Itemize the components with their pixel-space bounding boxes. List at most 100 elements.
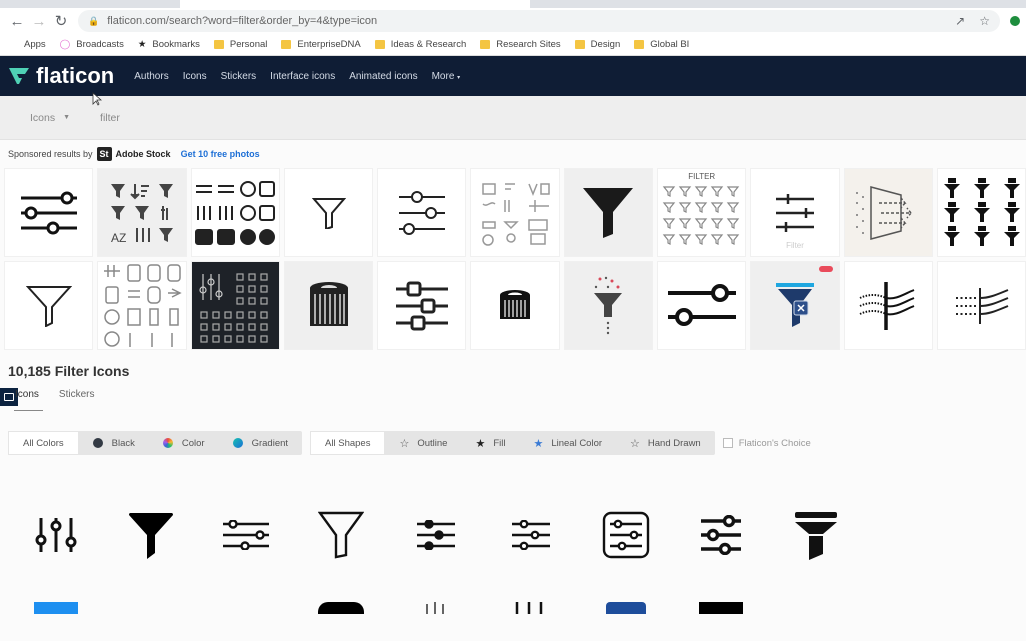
stock-tile-oil-filter-set[interactable] <box>97 261 187 350</box>
stock-tile-funnel-particles[interactable] <box>563 261 654 350</box>
color-filter-group: All Colors Black Color Gradient <box>8 431 303 455</box>
stock-tile-filter-outline-set[interactable] <box>470 168 560 257</box>
star-outline-icon: ☆ <box>399 437 410 450</box>
stock-tile-air-flow-filter-dots[interactable] <box>936 261 1026 350</box>
stock-tile-air-filter[interactable] <box>843 168 933 257</box>
sliders-outline-icon <box>222 520 269 550</box>
free-photos-link[interactable]: Get 10 free photos <box>181 149 260 159</box>
bookmark-broadcasts[interactable]: ◯ Broadcasts <box>60 39 124 50</box>
filter-hand-drawn[interactable]: ☆ Hand Drawn <box>616 431 715 455</box>
result-icon-partial-3[interactable] <box>198 594 293 614</box>
filter-outline[interactable]: ☆ Outline <box>385 431 461 455</box>
flaticon-logo[interactable]: flaticon <box>8 63 114 89</box>
filter-all-shapes[interactable]: All Shapes <box>310 431 386 455</box>
star-icon: ★ <box>137 39 147 50</box>
result-icon-partial-7[interactable] <box>578 594 673 614</box>
reload-icon[interactable]: ↻ <box>50 12 72 30</box>
stock-tile-toggle-sliders[interactable] <box>657 261 747 350</box>
funnel-remove-icon <box>776 282 815 327</box>
nav-icons[interactable]: Icons <box>183 71 207 82</box>
stock-tile-dark-icon-set[interactable] <box>190 261 280 350</box>
result-icon-funnel-banded[interactable] <box>768 505 863 565</box>
result-icon-sliders-filled[interactable] <box>388 505 483 565</box>
stock-tile-funnel-remove[interactable] <box>750 261 840 350</box>
result-icon-partial-2[interactable] <box>103 594 198 614</box>
tab-stickers[interactable]: Stickers <box>59 389 95 411</box>
bookmark-bookmarks[interactable]: ★ Bookmarks <box>138 39 200 50</box>
filter-gradient[interactable]: Gradient <box>219 431 302 455</box>
bookmark-global-bi[interactable]: Global BI <box>634 39 689 50</box>
bookmark-ideas-research[interactable]: Ideas & Research <box>374 39 466 50</box>
active-browser-tab[interactable] <box>180 0 530 8</box>
stock-tile-sliders-square-knobs[interactable] <box>377 261 467 350</box>
dark-icon-set-icon <box>199 272 268 343</box>
gradient-swatch-icon <box>232 438 243 448</box>
stock-tile-funnel-solid[interactable] <box>563 168 654 257</box>
nav-authors[interactable]: Authors <box>134 71 168 82</box>
back-icon[interactable]: ← <box>6 13 28 30</box>
checkbox[interactable] <box>722 438 733 448</box>
stock-tile-filter-set[interactable]: AZ <box>97 168 187 257</box>
filter-black[interactable]: Black <box>79 431 149 455</box>
filter-color[interactable]: Color <box>149 431 219 455</box>
result-icon-funnel-outline[interactable] <box>293 505 388 565</box>
tab-icons[interactable]: Icons <box>14 389 43 411</box>
bookmark-research-sites[interactable]: Research Sites <box>480 39 561 50</box>
mouse-cursor-icon <box>92 92 102 106</box>
result-icon-partial-5[interactable] <box>388 594 483 614</box>
stock-tile-funnel-outline[interactable] <box>283 168 374 257</box>
filter-lineal-color[interactable]: ★ Lineal Color <box>519 431 616 455</box>
result-icon-vertical-sliders[interactable] <box>8 505 103 565</box>
folder-icon <box>634 40 645 49</box>
address-bar[interactable]: 🔒 flaticon.com/search?word=filter&order_… <box>78 10 1000 32</box>
stock-tile-funnel-solid-set[interactable] <box>936 168 1026 257</box>
share-icon[interactable]: ↗ <box>955 14 965 28</box>
flaticon-choice-checkbox[interactable]: Flaticon's Choice <box>722 438 811 449</box>
bookmark-enterprisedna[interactable]: EnterpriseDNA <box>281 39 361 50</box>
nav-animated-icons[interactable]: Animated icons <box>349 71 417 82</box>
search-type-dropdown[interactable]: Icons ▼ <box>30 112 70 124</box>
stock-tile-oil-filter-cylinder[interactable] <box>283 261 374 350</box>
url-text[interactable]: flaticon.com/search?word=filter&order_by… <box>107 15 941 27</box>
extension-icon[interactable] <box>1010 16 1020 26</box>
filter-fill[interactable]: ★ Fill <box>461 431 519 455</box>
filter-all-colors[interactable]: All Colors <box>8 431 79 455</box>
search-input[interactable]: filter <box>100 112 120 124</box>
funnel-solid-icon <box>128 513 173 559</box>
icon-results-row-2 <box>0 594 1026 614</box>
stock-tile-sliders-captioned[interactable]: Filter <box>750 168 840 257</box>
folder-icon <box>281 40 292 49</box>
stock-tile-oil-filter-small[interactable] <box>470 261 560 350</box>
stock-tile-equalizer-set[interactable] <box>190 168 280 257</box>
bookmark-personal[interactable]: Personal <box>213 39 267 50</box>
results-tabs: Icons Stickers <box>0 389 1026 411</box>
flaticon-logo-icon <box>9 68 29 84</box>
caret-down-icon: ▼ <box>63 114 71 121</box>
stock-tile-funnel-set-titled[interactable]: FILTER <box>657 168 747 257</box>
stock-tile-sliders[interactable] <box>4 168 94 257</box>
result-icon-sliders-small[interactable] <box>483 505 578 565</box>
result-icon-partial-6[interactable] <box>483 594 578 614</box>
bookmark-star-icon[interactable]: ☆ <box>979 14 990 28</box>
sliders-square-knobs-icon <box>395 281 448 330</box>
stock-tile-funnel-outline-large[interactable] <box>4 261 94 350</box>
nav-interface-icons[interactable]: Interface icons <box>270 71 335 82</box>
result-icon-partial-4[interactable] <box>293 594 388 614</box>
forward-icon[interactable]: → <box>28 13 50 30</box>
result-icon-sliders-outline[interactable] <box>198 505 293 565</box>
nav-stickers[interactable]: Stickers <box>221 71 257 82</box>
result-icon-partial-1[interactable] <box>8 594 103 614</box>
bookmarks-bar: Apps ◯ Broadcasts ★ Bookmarks Personal Ent… <box>0 34 1026 56</box>
result-icon-partial-9[interactable] <box>768 594 863 614</box>
bookmark-apps[interactable]: Apps <box>8 39 46 50</box>
stock-tile-air-flow-filter[interactable] <box>843 261 933 350</box>
result-icon-sliders-bold[interactable] <box>673 505 768 565</box>
result-icon-funnel-solid[interactable] <box>103 505 198 565</box>
vertical-sliders-icon <box>35 518 76 552</box>
oil-filter-cylinder-icon <box>309 281 348 326</box>
result-icon-partial-8[interactable] <box>673 594 768 614</box>
nav-more[interactable]: More ▾ <box>432 71 461 82</box>
bookmark-design[interactable]: Design <box>574 39 620 50</box>
result-icon-sliders-boxed[interactable] <box>578 505 673 565</box>
stock-tile-sliders-thin[interactable] <box>377 168 467 257</box>
